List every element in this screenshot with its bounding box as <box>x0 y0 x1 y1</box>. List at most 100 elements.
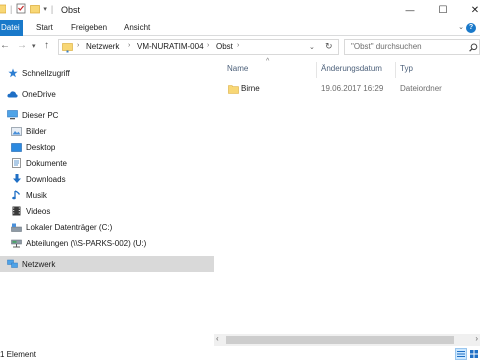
network-folder-icon <box>62 43 73 53</box>
minimize-icon: — <box>405 5 415 15</box>
refresh-icon[interactable]: ↻ <box>325 41 333 52</box>
folder-small-icon <box>0 4 6 14</box>
breadcrumb-separator: › <box>207 42 210 49</box>
tab-ansicht[interactable]: Ansicht <box>117 20 157 36</box>
large-icons-view-icon <box>470 350 478 358</box>
maximize-button[interactable]: ☐ <box>428 0 458 20</box>
divider: | <box>10 3 13 14</box>
breadcrumb-separator: › <box>237 42 240 49</box>
nav-item-label: Musik <box>26 190 47 200</box>
documents-icon <box>11 158 22 168</box>
row-name: Birne <box>241 84 260 93</box>
divider: | <box>50 3 54 14</box>
drive-icon <box>11 222 22 232</box>
scrollbar-thumb[interactable] <box>226 336 454 344</box>
properties-icon[interactable] <box>16 3 26 14</box>
column-divider[interactable] <box>316 62 317 78</box>
file-list: ^ Name Änderungsdatum Typ Birne 19.06.20… <box>214 58 480 346</box>
tab-datei[interactable]: Datei <box>0 20 23 36</box>
back-icon[interactable]: ← <box>0 40 10 51</box>
address-bar[interactable]: › Netzwerk › VM-NURATIM-004 › Obst › ⌄ ↻ <box>58 39 339 55</box>
breadcrumb-netzwerk[interactable]: Netzwerk <box>86 42 119 51</box>
nav-item-schnellzugriff[interactable]: Schnellzugriff <box>0 65 214 81</box>
nav-item-netzwerk[interactable]: Netzwerk <box>0 256 214 272</box>
search-placeholder: "Obst" durchsuchen <box>351 42 422 51</box>
nav-item-dieser-pc[interactable]: Dieser PC <box>0 107 214 123</box>
tab-start[interactable]: Start <box>29 20 60 36</box>
status-bar: 1 Element <box>0 346 480 364</box>
address-row: ← → ▾ ↑ › Netzwerk › VM-NURATIM-004 › Ob… <box>0 36 480 58</box>
music-icon <box>11 190 22 200</box>
address-history-icon[interactable]: ⌄ <box>309 43 315 51</box>
nav-item-label: Bilder <box>26 126 47 136</box>
network-drive-icon <box>11 238 22 248</box>
cloud-icon <box>7 89 18 99</box>
maximize-icon: ☐ <box>438 4 448 16</box>
nav-item-label: Dieser PC <box>22 110 59 120</box>
column-divider[interactable] <box>395 62 396 78</box>
computer-icon <box>7 110 18 120</box>
customize-toolbar-icon[interactable]: ▾ <box>43 5 47 13</box>
nav-item-musik[interactable]: Musik <box>0 187 214 203</box>
column-header-name[interactable]: Name <box>227 64 248 73</box>
close-button[interactable]: ✕ <box>460 0 480 20</box>
up-icon[interactable]: ↑ <box>44 40 49 51</box>
quick-access-toolbar: | ▾ | <box>0 3 53 14</box>
new-folder-icon[interactable] <box>30 3 41 14</box>
tab-freigeben[interactable]: Freigeben <box>64 20 114 36</box>
desktop-icon <box>11 142 22 152</box>
nav-item-label: Videos <box>26 206 51 216</box>
nav-item-label: Lokaler Datenträger (C:) <box>26 222 113 232</box>
nav-item-onedrive[interactable]: OneDrive <box>0 86 214 102</box>
nav-item-abteilungen[interactable]: Abteilungen (\\S-PARKS-002) (U:) <box>0 235 214 251</box>
row-date: 19.06.2017 16:29 <box>321 84 384 93</box>
nav-item-label: Downloads <box>26 174 66 184</box>
breadcrumb-obst[interactable]: Obst <box>216 42 233 51</box>
large-icons-view-button[interactable] <box>468 348 480 360</box>
sort-ascending-icon: ^ <box>266 58 270 65</box>
star-icon <box>7 68 18 78</box>
breadcrumb-vm-nuratim-004[interactable]: VM-NURATIM-004 <box>137 42 204 51</box>
breadcrumb-separator: › <box>128 42 131 49</box>
nav-item-downloads[interactable]: Downloads <box>0 171 214 187</box>
column-header-date[interactable]: Änderungsdatum <box>321 64 382 73</box>
scroll-left-icon[interactable]: ‹ <box>216 334 219 343</box>
row-type: Dateiordner <box>400 84 442 93</box>
nav-item-lokaler-datentraeger[interactable]: Lokaler Datenträger (C:) <box>0 219 214 235</box>
table-row[interactable]: Birne 19.06.2017 16:29 Dateiordner <box>224 81 480 97</box>
nav-item-label: Schnellzugriff <box>22 68 70 78</box>
breadcrumb-separator: › <box>77 42 80 49</box>
details-view-icon <box>457 351 465 357</box>
window-title: Obst <box>61 5 81 15</box>
ribbon-expand-icon[interactable]: ⌄ <box>458 23 464 31</box>
help-icon[interactable]: ? <box>466 23 476 33</box>
ribbon: Datei Start Freigeben Ansicht ⌄ ? <box>0 20 480 36</box>
scroll-right-icon[interactable]: › <box>475 334 478 343</box>
title-bar: | ▾ | Obst — ☐ ✕ <box>0 0 480 20</box>
navigation-pane: Schnellzugriff OneDrive Dieser PC Bilder… <box>0 58 214 346</box>
nav-item-dokumente[interactable]: Dokumente <box>0 155 214 171</box>
download-icon <box>11 174 22 184</box>
search-icon[interactable] <box>469 43 478 52</box>
close-icon: ✕ <box>470 4 480 16</box>
network-icon <box>7 259 18 269</box>
horizontal-scrollbar[interactable]: ‹ › <box>214 334 480 346</box>
recent-locations-icon[interactable]: ▾ <box>32 42 36 50</box>
item-count: 1 Element <box>0 350 37 359</box>
minimize-button[interactable]: — <box>395 0 425 20</box>
nav-item-label: Dokumente <box>26 158 67 168</box>
nav-item-bilder[interactable]: Bilder <box>0 123 214 139</box>
pictures-icon <box>11 126 22 136</box>
details-view-button[interactable] <box>455 348 467 360</box>
column-header-type[interactable]: Typ <box>400 64 413 73</box>
nav-item-label: Netzwerk <box>22 259 56 269</box>
nav-item-videos[interactable]: Videos <box>0 203 214 219</box>
nav-item-label: Desktop <box>26 142 56 152</box>
nav-item-label: Abteilungen (\\S-PARKS-002) (U:) <box>26 238 147 248</box>
nav-item-label: OneDrive <box>22 89 56 99</box>
folder-icon <box>228 85 239 94</box>
search-input[interactable]: "Obst" durchsuchen <box>344 39 480 55</box>
video-icon <box>11 206 22 216</box>
nav-item-desktop[interactable]: Desktop <box>0 139 214 155</box>
forward-icon[interactable]: → <box>17 40 27 51</box>
